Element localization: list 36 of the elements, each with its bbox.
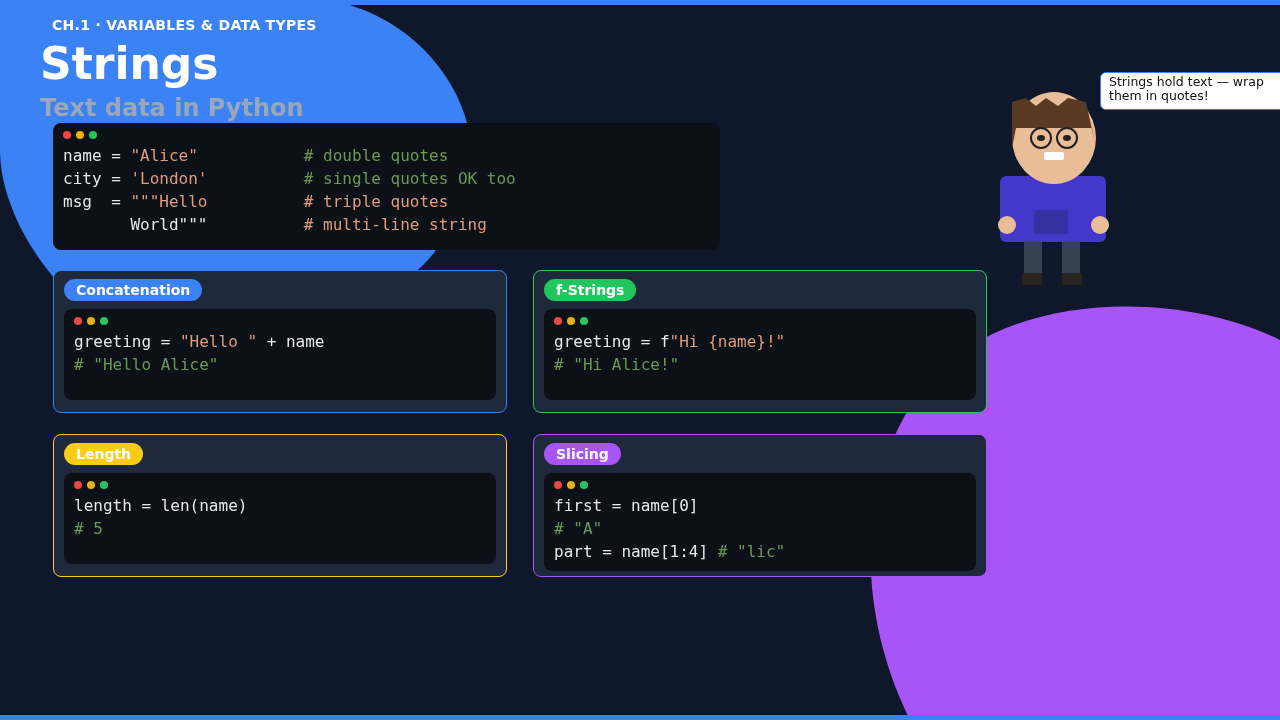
window-dot-icon	[87, 317, 95, 325]
code-line: greeting = f"Hi {name}!"	[554, 331, 787, 353]
code-line: World""" # multi-line string	[129, 214, 488, 236]
window-dot-icon	[580, 481, 588, 489]
window-dot-icon	[74, 481, 82, 489]
code-line: part = name[1:4] # "lic"	[554, 541, 787, 563]
window-dot-icon	[76, 131, 84, 139]
code-line: # "Hi Alice!"	[554, 354, 681, 376]
window-dot-icon	[554, 317, 562, 325]
window-dot-icon	[100, 317, 108, 325]
window-dot-icon	[567, 317, 575, 325]
code-line: # 5	[74, 518, 104, 540]
window-dot-icon	[554, 481, 562, 489]
window-dot-icon	[580, 317, 588, 325]
code-line: first = name[0]	[554, 495, 700, 517]
card-label: Length	[64, 443, 144, 465]
code-line: # "Hello Alice"	[74, 354, 220, 376]
speech-bubble: Strings hold text — wrap them in quotes!	[1100, 72, 1280, 110]
code-line: greeting = "Hello " + name	[74, 331, 326, 353]
card-label: Slicing	[544, 443, 621, 465]
slide-title: Strings	[40, 37, 219, 91]
window-dot-icon	[100, 481, 108, 489]
code-line: length = len(name)	[74, 495, 249, 517]
code-line: msg = """Hello # triple quotes	[63, 191, 450, 213]
window-dot-icon	[567, 481, 575, 489]
code-line: city = 'London' # single quotes OK too	[63, 168, 517, 190]
card-label: Concatenation	[64, 279, 203, 301]
code-line: name = "Alice" # double quotes	[63, 145, 450, 167]
window-dot-icon	[74, 317, 82, 325]
slide-subtitle: Text data in Python	[40, 93, 304, 123]
window-dot-icon	[87, 481, 95, 489]
code-line: # "A"	[554, 518, 604, 540]
window-dot-icon	[89, 131, 97, 139]
window-dot-icon	[63, 131, 71, 139]
card-label: f-Strings	[544, 279, 637, 301]
chapter-label: CH.1 · VARIABLES & DATA TYPES	[52, 17, 317, 33]
